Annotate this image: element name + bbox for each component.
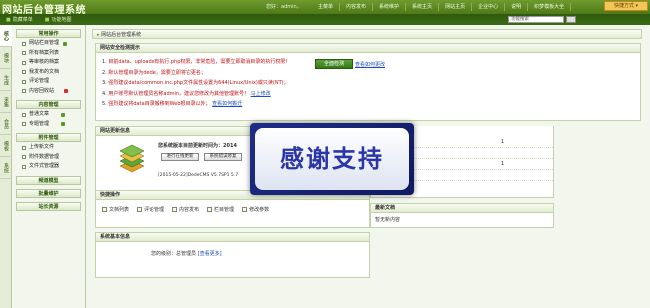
doc-icon	[22, 122, 26, 127]
doc-icon	[22, 145, 26, 150]
menu-section-channel-models[interactable]: 频道模型	[16, 175, 81, 185]
top-nav-item-system-home[interactable]: 系统主页	[406, 3, 440, 11]
view-more-link[interactable]: [查看更多]	[198, 251, 222, 257]
vtab-generate[interactable]: 生成	[0, 69, 12, 91]
quick-comments[interactable]: 评论管理	[137, 206, 164, 213]
full-scan-button[interactable]: 全面检测	[315, 59, 353, 69]
comment-icon	[137, 207, 143, 212]
latest-docs-panel: 最新文档 暂无新内容	[370, 203, 554, 228]
sub-toolbar: 隐藏菜单 功能地图 功能搜索 搜	[0, 14, 650, 25]
sidebar-item-topics[interactable]: 专题管理	[22, 120, 81, 130]
vtab-core[interactable]: 核心	[0, 25, 12, 47]
how-to-move-link[interactable]: 查看如何搬迁	[212, 101, 242, 107]
clear-icon[interactable]	[64, 89, 69, 94]
vtab-modules[interactable]: 模块	[0, 47, 12, 69]
sidebar-item-file-manager[interactable]: 文件式管理器	[22, 162, 81, 172]
doc-icon	[22, 164, 26, 169]
user-greeting: 您好：admin，	[266, 4, 302, 10]
user-level-row: 您的级别：总管理员 [查看更多]	[151, 251, 222, 257]
top-nav-item-maintenance[interactable]: 系统维护	[373, 3, 407, 11]
sidebar-item-columns[interactable]: 网站栏目管理	[22, 39, 81, 49]
top-header: 网站后台管理系统 您好：admin， 主菜单 内容发布 系统维护 系统主页 网站…	[0, 0, 650, 16]
folder-icon	[207, 207, 213, 212]
quick-operations-panel: 快捷操作 文档列表 评论管理 内容发布 栏目管理 修改参数	[95, 190, 370, 228]
publish-icon	[172, 207, 178, 212]
doc-icon	[22, 51, 26, 56]
books-icon	[119, 144, 145, 173]
sidebar-item-attachment-data[interactable]: 附件数据管理	[22, 153, 81, 163]
vertical-module-tabs: 核心 模块 生成 采集 会员 模板 系统	[0, 25, 12, 308]
warning-line: 4. 用户账号默认管理员名称admin，建议您修改为其他管理账号！ 马上修改	[102, 90, 271, 97]
doc-icon	[22, 41, 26, 46]
sidebar-item-pending-docs[interactable]: 等审核的档案	[22, 58, 81, 68]
top-nav-item-enterprise[interactable]: 企业中心	[472, 3, 506, 11]
vtab-collect[interactable]: 采集	[0, 91, 12, 113]
system-info-panel: 系统基本信息 您的级别：总管理员 [查看更多]	[95, 232, 370, 278]
add-icon[interactable]	[63, 41, 68, 46]
sidebar-menu: 常用操作 网站栏目管理 所有档案列表 等审核的档案 我发布的文档 评论管理 内容…	[12, 25, 86, 308]
sidebar-item-my-docs[interactable]: 我发布的文档	[22, 68, 81, 78]
update-log-line: [2015-05-22]DedeCMS V5.7SP1 5.7	[158, 173, 239, 178]
top-nav-item-site-home[interactable]: 网站主页	[439, 3, 473, 11]
vtab-templates[interactable]: 模板	[0, 135, 12, 157]
sidebar-item-comments[interactable]: 评论管理	[22, 77, 81, 87]
vtab-system[interactable]: 系统	[0, 157, 12, 179]
menu-section-batch[interactable]: 批量维护	[16, 188, 81, 198]
add-icon[interactable]	[61, 122, 66, 127]
top-nav-item-main[interactable]: 主菜单	[312, 3, 341, 11]
vtab-members[interactable]: 会员	[0, 113, 12, 135]
thanks-overlay-badge: 感谢支持	[250, 123, 414, 195]
sidebar-item-upload[interactable]: 上传新文件	[22, 143, 81, 153]
breadcrumb: 网站后台管理系统	[92, 29, 642, 39]
function-search-input[interactable]: 功能搜索	[508, 16, 564, 23]
quick-publish[interactable]: 内容发布	[172, 206, 199, 213]
panel-title: 系统基本信息	[96, 233, 369, 242]
top-nav-item-help[interactable]: 说明	[505, 3, 529, 11]
bug-fix-button[interactable]: 系统错误修复	[204, 153, 242, 161]
list-icon	[102, 207, 107, 212]
menu-section-common[interactable]: 常用操作	[16, 29, 81, 38]
settings-icon	[242, 207, 248, 212]
sidebar-item-all-docs[interactable]: 所有档案列表	[22, 49, 81, 59]
function-search-button[interactable]: 搜	[566, 16, 576, 23]
quick-columns[interactable]: 栏目管理	[207, 206, 234, 213]
doc-icon	[22, 89, 26, 94]
doc-icon	[22, 70, 26, 75]
top-navigation: 主菜单 内容发布 系统维护 系统主页 网站主页 企业中心 说明 织梦模板大全	[312, 3, 572, 11]
menu-section-content[interactable]: 内容管理	[16, 100, 81, 109]
top-nav-item-templates[interactable]: 织梦模板大全	[528, 3, 572, 11]
security-warning-panel: 网站安全检测提示 全面检测 查看如何更改 1. 目前data、uploads有执…	[95, 43, 641, 121]
warning-line: 2. 默认管理目录为dede，需要立即将它更名；	[102, 69, 206, 76]
news-empty-text: 暂无新内容	[375, 217, 401, 223]
quick-doc-list[interactable]: 文档列表	[102, 206, 129, 213]
sidebar-item-articles[interactable]: 普通文章	[22, 110, 81, 120]
warning-line: 5. 强烈建议将data目录搬移到Web根目录以外； 查看如何搬迁	[102, 101, 243, 107]
thanks-overlay-text: 感谢支持	[255, 128, 409, 190]
doc-icon	[22, 112, 26, 117]
how-to-change-link[interactable]: 查看如何更改	[355, 61, 385, 68]
panel-title: 最新文档	[371, 204, 553, 213]
version-text: 您系统版本目前更新时间为：2014	[158, 143, 237, 149]
function-map-link[interactable]: 功能地图	[45, 16, 71, 23]
quick-menu-button[interactable]: 快捷方式 ▾	[604, 1, 648, 11]
doc-icon	[22, 155, 26, 160]
menu-section-webmaster[interactable]: 站长资源	[16, 201, 81, 211]
online-update-button[interactable]: 进行在线更新	[161, 153, 199, 161]
doc-icon	[22, 60, 26, 65]
doc-icon	[22, 79, 26, 84]
warning-line: 3. 强烈建议data/common.inc.php文件属性设置为644(Lin…	[102, 80, 289, 86]
add-icon[interactable]	[61, 112, 66, 117]
menu-section-attachments[interactable]: 附件管理	[16, 133, 81, 142]
quick-settings[interactable]: 修改参数	[242, 206, 269, 213]
hide-menu-link[interactable]: 隐藏菜单	[6, 16, 33, 23]
sidebar-item-recycle-bin[interactable]: 内容回收站	[22, 87, 81, 97]
modify-now-link[interactable]: 马上修改	[251, 91, 271, 97]
top-nav-item-publish[interactable]: 内容发布	[340, 3, 374, 11]
panel-title: 网站安全检测提示	[96, 44, 640, 53]
